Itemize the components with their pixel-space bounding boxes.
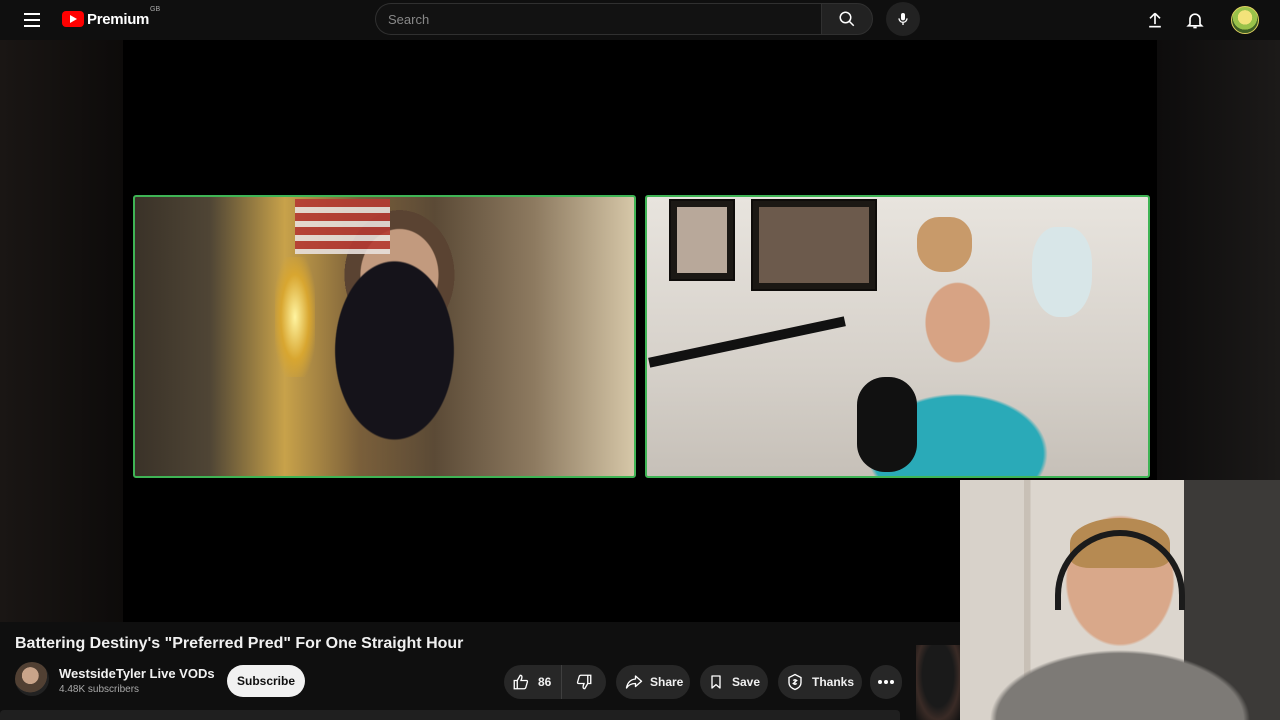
menu-icon[interactable] xyxy=(18,8,46,32)
subscriber-count: 4.48K subscribers xyxy=(59,684,140,695)
search-icon xyxy=(839,11,855,27)
streamer-webcam-overlay xyxy=(960,480,1280,720)
video-title: Battering Destiny's "Preferred Pred" For… xyxy=(15,635,464,652)
subscribe-button[interactable]: Subscribe xyxy=(227,665,305,697)
flag-decor xyxy=(295,199,390,254)
channel-avatar[interactable] xyxy=(15,662,49,696)
stream-cam-right xyxy=(645,195,1150,478)
wall-frame xyxy=(669,199,735,281)
bell-icon xyxy=(1186,13,1204,29)
upload-button[interactable] xyxy=(1143,8,1167,32)
microphone xyxy=(857,377,917,472)
thanks-button[interactable]: Thanks xyxy=(778,665,862,699)
wall-frame xyxy=(751,199,877,291)
share-button[interactable]: Share xyxy=(616,665,690,699)
mic-arm xyxy=(648,316,846,368)
avatar[interactable] xyxy=(1231,6,1259,34)
save-label: Save xyxy=(732,675,761,689)
upload-icon xyxy=(1149,12,1161,28)
lamp-decor xyxy=(275,257,315,377)
dislike-button[interactable] xyxy=(562,665,606,699)
search-button[interactable] xyxy=(821,3,873,35)
mic-icon xyxy=(898,13,908,25)
thumbs-up-icon xyxy=(513,674,529,690)
save-button[interactable]: Save xyxy=(700,665,768,699)
ambient-left xyxy=(0,40,123,622)
channel-name[interactable]: WestsideTyler Live VODs xyxy=(59,666,215,681)
share-label: Share xyxy=(650,675,684,689)
thanks-icon xyxy=(788,673,802,691)
more-actions-button[interactable] xyxy=(870,665,902,699)
more-icon xyxy=(878,680,894,684)
like-dislike-group: 86 xyxy=(504,665,606,699)
youtube-logo-icon xyxy=(62,11,84,27)
like-count: 86 xyxy=(538,675,552,689)
like-button[interactable]: 86 xyxy=(504,665,562,699)
share-icon xyxy=(625,675,643,689)
description-box[interactable] xyxy=(0,710,900,720)
guitar-decor xyxy=(917,217,972,272)
bookmark-icon xyxy=(711,675,721,689)
stream-cam-left xyxy=(133,195,636,478)
search-input[interactable] xyxy=(375,3,821,35)
thumbs-down-icon xyxy=(576,674,592,690)
youtube-logo[interactable]: Premium xyxy=(62,8,149,30)
voice-search-button[interactable] xyxy=(886,2,920,36)
notifications-button[interactable] xyxy=(1183,8,1207,32)
guitar-decor xyxy=(1032,227,1092,317)
related-video-thumbnail[interactable] xyxy=(916,645,960,720)
search-bar xyxy=(375,3,873,35)
thanks-label: Thanks xyxy=(812,675,855,689)
logo-text: Premium xyxy=(87,10,150,28)
top-bar: Premium GB xyxy=(0,0,1280,40)
region-code: GB xyxy=(150,6,161,13)
